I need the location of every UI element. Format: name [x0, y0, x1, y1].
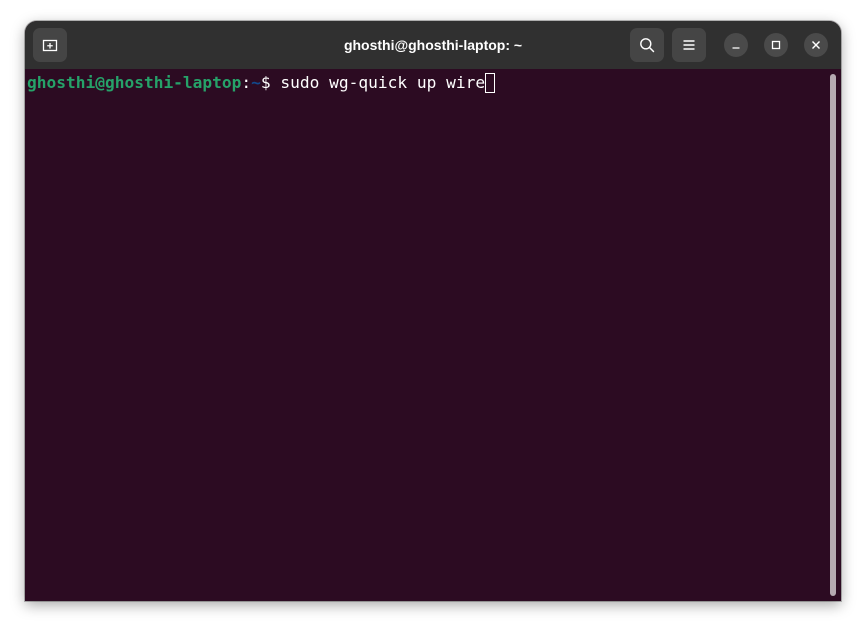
minimize-button[interactable]	[724, 33, 748, 57]
close-icon	[810, 39, 822, 51]
search-icon	[639, 37, 655, 53]
maximize-button[interactable]	[764, 33, 788, 57]
hamburger-menu-icon	[682, 38, 696, 52]
text-cursor	[485, 73, 496, 93]
new-tab-icon	[42, 37, 58, 53]
command-text: sudo wg-quick up wire	[280, 73, 486, 92]
terminal-window: ghosthi@ghosthi-laptop: ~ ghosthi@ghosth…	[25, 21, 841, 601]
terminal-area[interactable]: ghosthi@ghosthi-laptop:~$ sudo wg-quick …	[25, 69, 841, 601]
vertical-scrollbar[interactable]	[830, 74, 836, 596]
menu-button[interactable]	[672, 28, 706, 62]
prompt-path: ~	[251, 73, 261, 92]
prompt-user: ghosthi@ghosthi-laptop	[27, 73, 242, 92]
prompt-symbol: $	[260, 73, 281, 92]
command-line: ghosthi@ghosthi-laptop:~$ sudo wg-quick …	[27, 71, 496, 95]
prompt-colon: :	[241, 73, 252, 92]
title-bar[interactable]: ghosthi@ghosthi-laptop: ~	[25, 21, 841, 69]
maximize-icon	[770, 39, 782, 51]
close-button[interactable]	[804, 33, 828, 57]
new-tab-button[interactable]	[33, 28, 67, 62]
minimize-icon	[730, 39, 742, 51]
window-title: ghosthi@ghosthi-laptop: ~	[343, 37, 523, 53]
search-button[interactable]	[630, 28, 664, 62]
